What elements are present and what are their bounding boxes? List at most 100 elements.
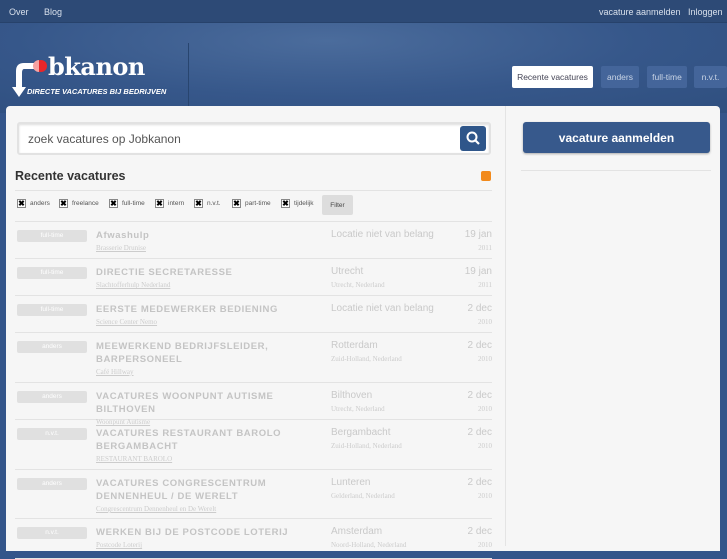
job-title-block: VACATURES CONGRESCENTRUM DENNENHEUL / DE…	[96, 477, 331, 515]
job-region: Utrecht, Nederland	[331, 405, 385, 413]
header: bkanon DIRECTE VACATURES BIJ BEDRIJVEN R…	[0, 23, 727, 113]
job-title-block: EERSTE MEDEWERKER BEDIENING Science Cente…	[96, 303, 331, 328]
job-region: Gelderland, Nederland	[331, 492, 395, 500]
job-date: 19 jan	[464, 266, 492, 277]
checkbox-icon[interactable]: ✖	[194, 198, 203, 208]
job-row[interactable]: full-time Afwashulp Brasserie Drunise Loc…	[15, 222, 492, 259]
job-year: 2010	[478, 318, 492, 326]
job-type-badge[interactable]: full-time	[17, 267, 87, 279]
filter-part-time[interactable]: ✖ part-time	[232, 198, 271, 208]
job-title-block: MEEWERKEND BEDRIJFSLEIDER, BARPERSONEEL C…	[96, 340, 331, 378]
filter-label: anders	[30, 199, 50, 207]
search-button[interactable]	[460, 126, 486, 151]
job-date: 2 dec	[467, 340, 492, 351]
job-location: Amsterdam	[331, 526, 383, 537]
filter-full-time[interactable]: ✖ full-time	[109, 198, 145, 208]
logo[interactable]: bkanon DIRECTE VACATURES BIJ BEDRIJVEN	[10, 51, 180, 101]
logo-tagline: DIRECTE VACATURES BIJ BEDRIJVEN	[27, 87, 167, 96]
job-title[interactable]: DIRECTIE SECRETARESSE	[96, 267, 232, 278]
filter-label: n.v.t.	[207, 199, 221, 207]
filter-label: intern	[168, 199, 185, 207]
job-date: 2 dec	[467, 427, 492, 438]
checkbox-icon[interactable]: ✖	[109, 198, 118, 208]
checkbox-icon[interactable]: ✖	[281, 198, 290, 208]
job-type-badge[interactable]: anders	[17, 391, 87, 403]
filter-tijdelijk[interactable]: ✖ tijdelijk	[281, 198, 314, 208]
job-type-badge[interactable]: anders	[17, 341, 87, 353]
company-link[interactable]: RESTAURANT BAROLO	[96, 453, 331, 465]
job-location: Lunteren	[331, 477, 371, 488]
job-title[interactable]: EERSTE MEDEWERKER BEDIENING	[96, 304, 278, 315]
job-row[interactable]: anders VACATURES WOONPUNT AUTISME BILTHO…	[15, 383, 492, 426]
job-title[interactable]: VACATURES RESTAURANT BAROLO BERGAMBACHT	[96, 428, 281, 452]
job-row[interactable]: n.v.t. VACATURES RESTAURANT BAROLO BERGA…	[15, 420, 492, 470]
job-region: Zuid-Holland, Nederland	[331, 355, 402, 363]
company-link[interactable]: Brasserie Drunise	[96, 242, 331, 254]
job-date: 2 dec	[467, 390, 492, 401]
checkbox-icon[interactable]: ✖	[232, 198, 241, 208]
job-type-badge[interactable]: anders	[17, 478, 87, 490]
submit-vacancy-button[interactable]: vacature aanmelden	[523, 122, 710, 153]
job-title[interactable]: MEEWERKEND BEDRIJFSLEIDER, BARPERSONEEL	[96, 341, 268, 365]
rss-icon[interactable]	[481, 171, 491, 181]
job-year: 2011	[478, 244, 492, 252]
job-title[interactable]: Afwashulp	[96, 230, 149, 241]
job-row[interactable]: anders VACATURES CONGRESCENTRUM DENNENHE…	[15, 470, 492, 519]
job-year: 2010	[478, 355, 492, 363]
company-link[interactable]: Congrescentrum Dennenheul en De Werelt	[96, 503, 331, 515]
job-date: 2 dec	[467, 526, 492, 537]
job-title[interactable]: WERKEN BIJ DE POSTCODE LOTERIJ	[96, 527, 288, 538]
filter-intern[interactable]: ✖ intern	[155, 198, 184, 208]
job-location: Rotterdam	[331, 340, 378, 351]
filter-label: tijdelijk	[294, 199, 314, 207]
tab-full-time[interactable]: full-time	[647, 66, 687, 88]
job-row[interactable]: full-time EERSTE MEDEWERKER BEDIENING Sci…	[15, 296, 492, 333]
tab-recente-vacatures[interactable]: Recente vacatures	[512, 66, 593, 88]
job-row[interactable]: full-time DIRECTIE SECRETARESSE Slachtoff…	[15, 259, 492, 296]
job-location: Utrecht	[331, 266, 364, 277]
company-link[interactable]: Slachtofferhulp Nederland	[96, 279, 331, 291]
job-type-badge[interactable]: full-time	[17, 230, 87, 242]
job-year: 2010	[478, 492, 492, 500]
job-year: 2011	[478, 281, 492, 289]
job-title[interactable]: VACATURES CONGRESCENTRUM DENNENHEUL / DE…	[96, 478, 266, 502]
filter-nvt[interactable]: ✖ n.v.t.	[194, 198, 221, 208]
filter-label: freelance	[72, 199, 99, 207]
filter-label: full-time	[122, 199, 145, 207]
checkbox-icon[interactable]: ✖	[17, 198, 26, 208]
job-title-block: WERKEN BIJ DE POSTCODE LOTERIJ Postcode L…	[96, 526, 331, 551]
header-divider	[188, 43, 189, 113]
section-heading: Recente vacatures	[15, 169, 126, 183]
job-type-badge[interactable]: full-time	[17, 304, 87, 316]
filter-label: part-time	[245, 199, 271, 207]
tab-anders[interactable]: anders	[601, 66, 639, 88]
top-bar: Over Blog vacature aanmelden Inloggen	[0, 0, 727, 23]
filter-anders[interactable]: ✖ anders	[17, 198, 50, 208]
search-input[interactable]: zoek vacatures op Jobkanon	[17, 122, 491, 155]
job-row[interactable]: n.v.t. WERKEN BIJ DE POSTCODE LOTERIJ Pos…	[15, 519, 492, 559]
checkbox-icon[interactable]: ✖	[155, 198, 164, 208]
job-row[interactable]: anders MEEWERKEND BEDRIJFSLEIDER, BARPER…	[15, 333, 492, 383]
tab-nvt[interactable]: n.v.t.	[694, 66, 727, 88]
company-link[interactable]: Science Center Nemo	[96, 316, 331, 328]
link-inloggen[interactable]: Inloggen	[688, 7, 723, 17]
job-location: Locatie niet van belang	[331, 303, 434, 314]
job-title[interactable]: VACATURES WOONPUNT AUTISME BILTHOVEN	[96, 391, 273, 415]
search-placeholder: zoek vacatures op Jobkanon	[28, 132, 181, 146]
checkbox-icon[interactable]: ✖	[59, 198, 68, 208]
job-date: 19 jan	[464, 229, 492, 240]
job-location: Locatie niet van belang	[331, 229, 434, 240]
job-date: 2 dec	[467, 477, 492, 488]
link-over[interactable]: Over	[9, 7, 29, 17]
job-date: 2 dec	[467, 303, 492, 314]
link-vacature-aanmelden[interactable]: vacature aanmelden	[599, 7, 681, 17]
divider	[15, 190, 492, 191]
company-link[interactable]: Café Hillway	[96, 366, 331, 378]
job-type-badge[interactable]: n.v.t.	[17, 527, 87, 539]
filter-freelance[interactable]: ✖ freelance	[59, 198, 99, 208]
job-region: Noord-Holland, Nederland	[331, 541, 407, 549]
company-link[interactable]: Postcode Loterij	[96, 539, 331, 551]
filter-button[interactable]: Filter	[322, 195, 353, 215]
link-blog[interactable]: Blog	[44, 7, 62, 17]
job-type-badge[interactable]: n.v.t.	[17, 428, 87, 440]
